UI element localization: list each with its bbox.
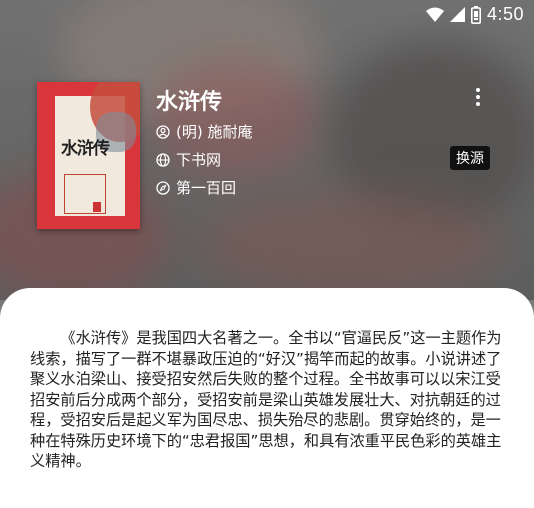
- globe-icon: [156, 152, 170, 167]
- compass-icon: [156, 180, 170, 195]
- chapter-label: 第一百回: [176, 179, 237, 197]
- source-row: 下书网: [156, 149, 221, 170]
- author-row: (明) 施耐庵: [156, 121, 252, 142]
- book-title: 水浒传: [156, 90, 223, 115]
- book-cover[interactable]: 水浒传: [37, 82, 140, 229]
- status-bar: 4:50: [0, 0, 534, 30]
- book-intro: 《水浒传》是我国四大名著之一。全书以“官逼民反”这一主题作为线索，描写了一群不堪…: [30, 329, 502, 470]
- cover-calligraphy: 水浒传: [61, 139, 110, 159]
- source-label: 下书网: [176, 151, 222, 169]
- battery-icon: [470, 5, 481, 24]
- clock: 4:50: [486, 4, 524, 24]
- author-icon: [156, 124, 170, 139]
- more-options-icon[interactable]: [470, 86, 486, 108]
- signal-icon: [449, 6, 465, 23]
- author-label: (明) 施耐庵: [176, 123, 253, 141]
- wifi-icon: [425, 7, 444, 23]
- switch-source-button[interactable]: 换源: [450, 146, 490, 170]
- chapter-row[interactable]: 第一百回: [156, 177, 236, 198]
- intro-sheet: 《水浒传》是我国四大名著之一。全书以“官逼民反”这一主题作为线索，描写了一群不堪…: [0, 288, 534, 508]
